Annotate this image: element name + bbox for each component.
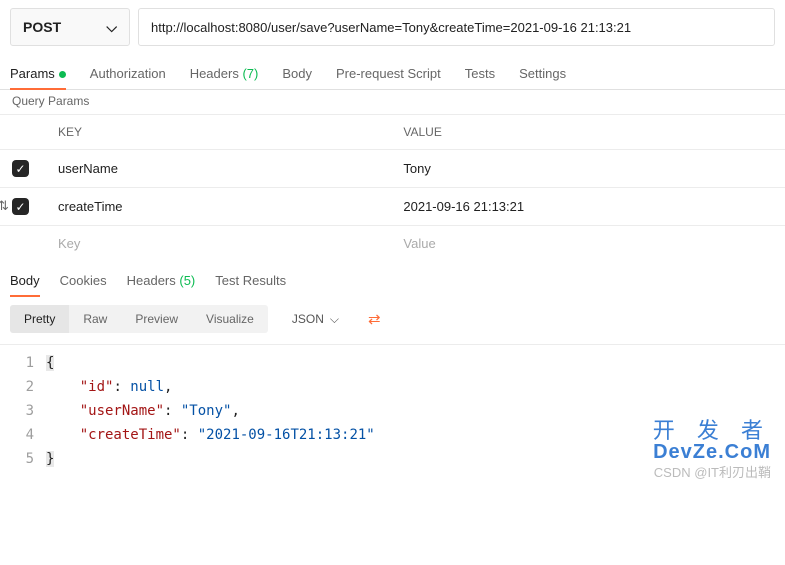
param-value-cell[interactable]: Tony (391, 150, 785, 188)
http-method-select[interactable]: POST ⌵ (10, 8, 130, 46)
format-select[interactable]: JSON ⌵ (282, 306, 349, 333)
tab-prerequest[interactable]: Pre-request Script (336, 66, 441, 89)
row-checkbox[interactable]: ✓ (12, 198, 29, 215)
param-key-cell[interactable]: createTime (46, 188, 391, 226)
response-tab-body[interactable]: Body (10, 273, 40, 296)
column-header-key: KEY (46, 115, 391, 150)
format-label: JSON (292, 312, 324, 326)
http-method-label: POST (23, 19, 61, 35)
drag-handle-icon[interactable]: ⇅ (0, 198, 9, 214)
table-row-placeholder[interactable]: Key Value (0, 226, 785, 262)
wrap-lines-icon[interactable]: ⇄ (359, 304, 390, 334)
view-tab-pretty[interactable]: Pretty (10, 305, 69, 333)
tab-headers[interactable]: Headers (7) (190, 66, 259, 89)
line-number-gutter: 1 2 3 4 5 (0, 351, 46, 471)
query-params-label: Query Params (0, 90, 785, 114)
response-tab-headers[interactable]: Headers (5) (127, 273, 196, 296)
tab-settings[interactable]: Settings (519, 66, 566, 89)
view-tab-visualize[interactable]: Visualize (192, 305, 268, 333)
view-tab-raw[interactable]: Raw (69, 305, 121, 333)
tab-params[interactable]: Params (10, 66, 66, 89)
chevron-down-icon: ⌵ (106, 19, 117, 36)
column-header-value: VALUE (391, 115, 785, 150)
table-row[interactable]: ✓ userName Tony (0, 150, 785, 188)
tab-tests[interactable]: Tests (465, 66, 495, 89)
response-tab-test-results[interactable]: Test Results (215, 273, 286, 296)
chevron-down-icon: ⌵ (330, 312, 339, 327)
response-tab-cookies[interactable]: Cookies (60, 273, 107, 296)
param-key-placeholder[interactable]: Key (46, 226, 391, 262)
param-value-placeholder[interactable]: Value (391, 226, 785, 262)
query-params-table: KEY VALUE ✓ userName Tony ⇅✓ createTime … (0, 114, 785, 261)
response-body-code[interactable]: { "id": null, "userName": "Tony", "creat… (46, 351, 785, 471)
row-checkbox[interactable]: ✓ (12, 160, 29, 177)
param-key-cell[interactable]: userName (46, 150, 391, 188)
table-row[interactable]: ⇅✓ createTime 2021-09-16 21:13:21 (0, 188, 785, 226)
params-active-dot-icon (59, 71, 66, 78)
param-value-cell[interactable]: 2021-09-16 21:13:21 (391, 188, 785, 226)
view-tab-preview[interactable]: Preview (121, 305, 192, 333)
response-body-viewer: 1 2 3 4 5 { "id": null, "userName": "Ton… (0, 345, 785, 491)
tab-body[interactable]: Body (282, 66, 312, 89)
view-mode-tabs: Pretty Raw Preview Visualize (10, 305, 268, 333)
tab-authorization[interactable]: Authorization (90, 66, 166, 89)
url-input[interactable] (138, 8, 775, 46)
